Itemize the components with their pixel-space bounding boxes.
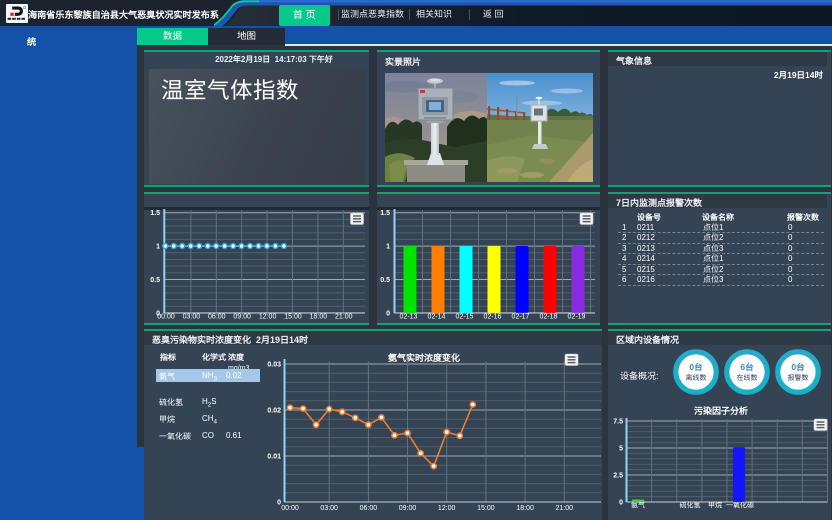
- svg-text:09:00: 09:00: [399, 505, 417, 512]
- svg-text:02-19: 02-19: [568, 313, 586, 320]
- svg-text:0台: 0台: [689, 362, 703, 372]
- svg-text:在线数: 在线数: [737, 374, 758, 382]
- svg-text:一氧化碳: 一氧化碳: [726, 502, 754, 510]
- svg-text:02-16: 02-16: [484, 313, 502, 320]
- svg-text:02-13: 02-13: [400, 313, 418, 320]
- svg-text:0: 0: [277, 500, 281, 507]
- svg-text:00:00: 00:00: [281, 505, 299, 512]
- svg-text:15:00: 15:00: [477, 505, 495, 512]
- svg-text:6台: 6台: [740, 362, 754, 372]
- svg-text:0.5: 0.5: [150, 277, 160, 284]
- svg-text:0: 0: [386, 310, 390, 317]
- svg-text:0.01: 0.01: [267, 454, 281, 461]
- svg-text:18:00: 18:00: [516, 505, 534, 512]
- svg-text:污染因子分析: 污染因子分析: [694, 406, 748, 416]
- svg-text:0.5: 0.5: [380, 277, 390, 284]
- svg-text:1: 1: [386, 243, 390, 250]
- svg-text:1.5: 1.5: [150, 210, 160, 217]
- svg-text:15:00: 15:00: [284, 313, 302, 320]
- svg-text:21:00: 21:00: [556, 505, 574, 512]
- svg-text:1.5: 1.5: [380, 210, 390, 217]
- svg-text:5: 5: [619, 446, 623, 453]
- svg-text:报警数: 报警数: [788, 374, 809, 382]
- svg-text:12:00: 12:00: [259, 313, 277, 320]
- svg-text:硫化氢: 硫化氢: [680, 502, 701, 510]
- svg-text:21:00: 21:00: [335, 313, 353, 320]
- svg-text:氨气: 氨气: [631, 502, 645, 510]
- svg-text:18:00: 18:00: [310, 313, 328, 320]
- svg-text:03:00: 03:00: [320, 505, 338, 512]
- svg-text:03:00: 03:00: [183, 313, 201, 320]
- svg-text:02-18: 02-18: [540, 313, 558, 320]
- svg-text:甲烷: 甲烷: [708, 502, 722, 510]
- svg-text:0.03: 0.03: [267, 362, 281, 369]
- svg-text:0: 0: [156, 310, 160, 317]
- svg-text:12:00: 12:00: [438, 505, 456, 512]
- svg-text:06:00: 06:00: [208, 313, 226, 320]
- svg-text:0.02: 0.02: [267, 408, 281, 415]
- svg-text:02-14: 02-14: [428, 313, 446, 320]
- svg-text:离线数: 离线数: [686, 374, 707, 382]
- svg-text:02-15: 02-15: [456, 313, 474, 320]
- svg-text:02-17: 02-17: [512, 313, 530, 320]
- svg-text:0: 0: [619, 500, 623, 507]
- svg-text:06:00: 06:00: [360, 505, 378, 512]
- svg-text:7.5: 7.5: [613, 419, 623, 426]
- svg-text:1: 1: [156, 243, 160, 250]
- svg-text:2.5: 2.5: [613, 473, 623, 480]
- svg-text:0台: 0台: [791, 362, 805, 372]
- svg-text:09:00: 09:00: [233, 313, 251, 320]
- svg-text:氨气实时浓度变化: 氨气实时浓度变化: [388, 353, 460, 363]
